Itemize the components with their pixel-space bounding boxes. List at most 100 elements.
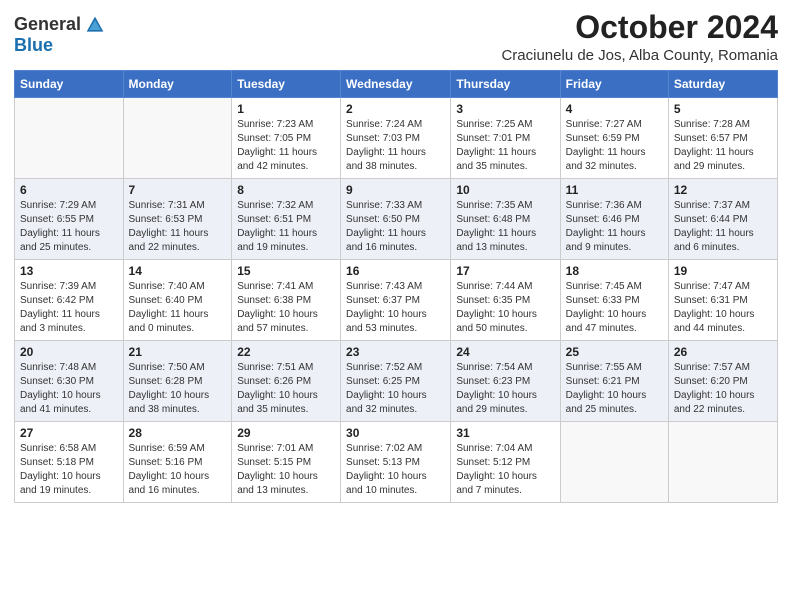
day-info: Sunrise: 7:36 AMSunset: 6:46 PMDaylight:… bbox=[566, 199, 663, 255]
calendar-cell: 29 Sunrise: 7:01 AMSunset: 5:15 PMDayligh… bbox=[232, 422, 341, 503]
day-number: 12 bbox=[674, 183, 772, 197]
day-header-saturday: Saturday bbox=[668, 71, 777, 98]
calendar-week-row: 6 Sunrise: 7:29 AMSunset: 6:55 PMDaylight… bbox=[15, 179, 778, 260]
calendar-cell: 24Sunrise: 7:54 AMSunset: 6:23 PMDayligh… bbox=[451, 341, 560, 422]
day-number: 4 bbox=[566, 102, 663, 116]
day-info: Sunrise: 7:44 AMSunset: 6:35 PMDaylight:… bbox=[456, 280, 554, 336]
day-info: Sunrise: 7:41 AMSunset: 6:38 PMDaylight:… bbox=[237, 280, 335, 336]
calendar-cell: 5 Sunrise: 7:28 AMSunset: 6:57 PMDaylight… bbox=[668, 98, 777, 179]
calendar-cell: 30 Sunrise: 7:02 AMSunset: 5:13 PMDayligh… bbox=[341, 422, 451, 503]
calendar-cell: 11Sunrise: 7:36 AMSunset: 6:46 PMDayligh… bbox=[560, 179, 668, 260]
calendar-cell: 26 Sunrise: 7:57 AMSunset: 6:20 PMDayligh… bbox=[668, 341, 777, 422]
day-info: Sunrise: 7:51 AMSunset: 6:26 PMDaylight:… bbox=[237, 361, 335, 417]
calendar-cell bbox=[15, 98, 124, 179]
day-info: Sunrise: 7:47 AMSunset: 6:31 PMDaylight:… bbox=[674, 280, 772, 336]
calendar-cell bbox=[123, 98, 232, 179]
calendar-week-row: 27 Sunrise: 6:58 AMSunset: 5:18 PMDayligh… bbox=[15, 422, 778, 503]
calendar-cell bbox=[560, 422, 668, 503]
calendar-cell: 9 Sunrise: 7:33 AMSunset: 6:50 PMDaylight… bbox=[341, 179, 451, 260]
day-number: 19 bbox=[674, 264, 772, 278]
day-info: Sunrise: 7:52 AMSunset: 6:25 PMDaylight:… bbox=[346, 361, 445, 417]
day-info: Sunrise: 7:48 AMSunset: 6:30 PMDaylight:… bbox=[20, 361, 118, 417]
calendar-cell: 28 Sunrise: 6:59 AMSunset: 5:16 PMDayligh… bbox=[123, 422, 232, 503]
day-number: 2 bbox=[346, 102, 445, 116]
calendar-cell: 8 Sunrise: 7:32 AMSunset: 6:51 PMDaylight… bbox=[232, 179, 341, 260]
calendar-week-row: 1 Sunrise: 7:23 AMSunset: 7:05 PMDaylight… bbox=[15, 98, 778, 179]
day-info: Sunrise: 7:25 AMSunset: 7:01 PMDaylight:… bbox=[456, 118, 554, 174]
day-info: Sunrise: 7:04 AMSunset: 5:12 PMDaylight:… bbox=[456, 442, 554, 498]
day-info: Sunrise: 7:23 AMSunset: 7:05 PMDaylight:… bbox=[237, 118, 335, 174]
day-number: 23 bbox=[346, 345, 445, 359]
day-header-tuesday: Tuesday bbox=[232, 71, 341, 98]
day-number: 28 bbox=[129, 426, 227, 440]
day-info: Sunrise: 6:59 AMSunset: 5:16 PMDaylight:… bbox=[129, 442, 227, 498]
day-info: Sunrise: 7:02 AMSunset: 5:13 PMDaylight:… bbox=[346, 442, 445, 498]
calendar-week-row: 20Sunrise: 7:48 AMSunset: 6:30 PMDayligh… bbox=[15, 341, 778, 422]
day-info: Sunrise: 7:32 AMSunset: 6:51 PMDaylight:… bbox=[237, 199, 335, 255]
logo: General Blue bbox=[14, 14, 105, 56]
day-number: 10 bbox=[456, 183, 554, 197]
calendar-cell: 2 Sunrise: 7:24 AMSunset: 7:03 PMDaylight… bbox=[341, 98, 451, 179]
calendar-cell: 22 Sunrise: 7:51 AMSunset: 6:26 PMDayligh… bbox=[232, 341, 341, 422]
day-number: 8 bbox=[237, 183, 335, 197]
day-number: 3 bbox=[456, 102, 554, 116]
day-info: Sunrise: 7:31 AMSunset: 6:53 PMDaylight:… bbox=[129, 199, 227, 255]
day-info: Sunrise: 7:54 AMSunset: 6:23 PMDaylight:… bbox=[456, 361, 554, 417]
calendar-cell bbox=[668, 422, 777, 503]
location-title: Craciunelu de Jos, Alba County, Romania bbox=[501, 47, 778, 64]
calendar-cell: 31Sunrise: 7:04 AMSunset: 5:12 PMDayligh… bbox=[451, 422, 560, 503]
logo-general-text: General bbox=[14, 14, 81, 35]
day-info: Sunrise: 7:01 AMSunset: 5:15 PMDaylight:… bbox=[237, 442, 335, 498]
page: General Blue October 2024 Craciunelu de … bbox=[0, 0, 792, 612]
logo-icon bbox=[85, 15, 105, 35]
day-number: 27 bbox=[20, 426, 118, 440]
header: General Blue October 2024 Craciunelu de … bbox=[14, 10, 778, 64]
month-title: October 2024 bbox=[501, 10, 778, 45]
day-number: 7 bbox=[129, 183, 227, 197]
calendar-cell: 27 Sunrise: 6:58 AMSunset: 5:18 PMDayligh… bbox=[15, 422, 124, 503]
calendar-cell: 3 Sunrise: 7:25 AMSunset: 7:01 PMDaylight… bbox=[451, 98, 560, 179]
day-number: 21 bbox=[129, 345, 227, 359]
day-number: 5 bbox=[674, 102, 772, 116]
calendar-cell: 14Sunrise: 7:40 AMSunset: 6:40 PMDayligh… bbox=[123, 260, 232, 341]
calendar-cell: 16 Sunrise: 7:43 AMSunset: 6:37 PMDayligh… bbox=[341, 260, 451, 341]
day-number: 29 bbox=[237, 426, 335, 440]
day-info: Sunrise: 7:50 AMSunset: 6:28 PMDaylight:… bbox=[129, 361, 227, 417]
calendar-cell: 19 Sunrise: 7:47 AMSunset: 6:31 PMDayligh… bbox=[668, 260, 777, 341]
day-info: Sunrise: 7:37 AMSunset: 6:44 PMDaylight:… bbox=[674, 199, 772, 255]
day-info: Sunrise: 7:35 AMSunset: 6:48 PMDaylight:… bbox=[456, 199, 554, 255]
day-info: Sunrise: 7:55 AMSunset: 6:21 PMDaylight:… bbox=[566, 361, 663, 417]
day-number: 26 bbox=[674, 345, 772, 359]
day-info: Sunrise: 7:43 AMSunset: 6:37 PMDaylight:… bbox=[346, 280, 445, 336]
day-info: Sunrise: 7:57 AMSunset: 6:20 PMDaylight:… bbox=[674, 361, 772, 417]
day-info: Sunrise: 7:29 AMSunset: 6:55 PMDaylight:… bbox=[20, 199, 118, 255]
day-info: Sunrise: 7:40 AMSunset: 6:40 PMDaylight:… bbox=[129, 280, 227, 336]
day-number: 9 bbox=[346, 183, 445, 197]
day-number: 6 bbox=[20, 183, 118, 197]
day-number: 16 bbox=[346, 264, 445, 278]
day-header-sunday: Sunday bbox=[15, 71, 124, 98]
calendar-cell: 23 Sunrise: 7:52 AMSunset: 6:25 PMDayligh… bbox=[341, 341, 451, 422]
calendar-cell: 21 Sunrise: 7:50 AMSunset: 6:28 PMDayligh… bbox=[123, 341, 232, 422]
calendar-cell: 15Sunrise: 7:41 AMSunset: 6:38 PMDayligh… bbox=[232, 260, 341, 341]
calendar-cell: 18Sunrise: 7:45 AMSunset: 6:33 PMDayligh… bbox=[560, 260, 668, 341]
day-info: Sunrise: 7:33 AMSunset: 6:50 PMDaylight:… bbox=[346, 199, 445, 255]
day-number: 1 bbox=[237, 102, 335, 116]
title-block: October 2024 Craciunelu de Jos, Alba Cou… bbox=[501, 10, 778, 64]
day-info: Sunrise: 7:28 AMSunset: 6:57 PMDaylight:… bbox=[674, 118, 772, 174]
day-number: 25 bbox=[566, 345, 663, 359]
calendar-cell: 20Sunrise: 7:48 AMSunset: 6:30 PMDayligh… bbox=[15, 341, 124, 422]
day-number: 17 bbox=[456, 264, 554, 278]
day-number: 13 bbox=[20, 264, 118, 278]
calendar-cell: 1 Sunrise: 7:23 AMSunset: 7:05 PMDaylight… bbox=[232, 98, 341, 179]
day-header-thursday: Thursday bbox=[451, 71, 560, 98]
day-info: Sunrise: 7:27 AMSunset: 6:59 PMDaylight:… bbox=[566, 118, 663, 174]
calendar-table: SundayMondayTuesdayWednesdayThursdayFrid… bbox=[14, 70, 778, 503]
calendar-week-row: 13Sunrise: 7:39 AMSunset: 6:42 PMDayligh… bbox=[15, 260, 778, 341]
day-number: 22 bbox=[237, 345, 335, 359]
calendar-cell: 4 Sunrise: 7:27 AMSunset: 6:59 PMDaylight… bbox=[560, 98, 668, 179]
day-info: Sunrise: 7:24 AMSunset: 7:03 PMDaylight:… bbox=[346, 118, 445, 174]
day-header-wednesday: Wednesday bbox=[341, 71, 451, 98]
day-number: 30 bbox=[346, 426, 445, 440]
day-info: Sunrise: 6:58 AMSunset: 5:18 PMDaylight:… bbox=[20, 442, 118, 498]
